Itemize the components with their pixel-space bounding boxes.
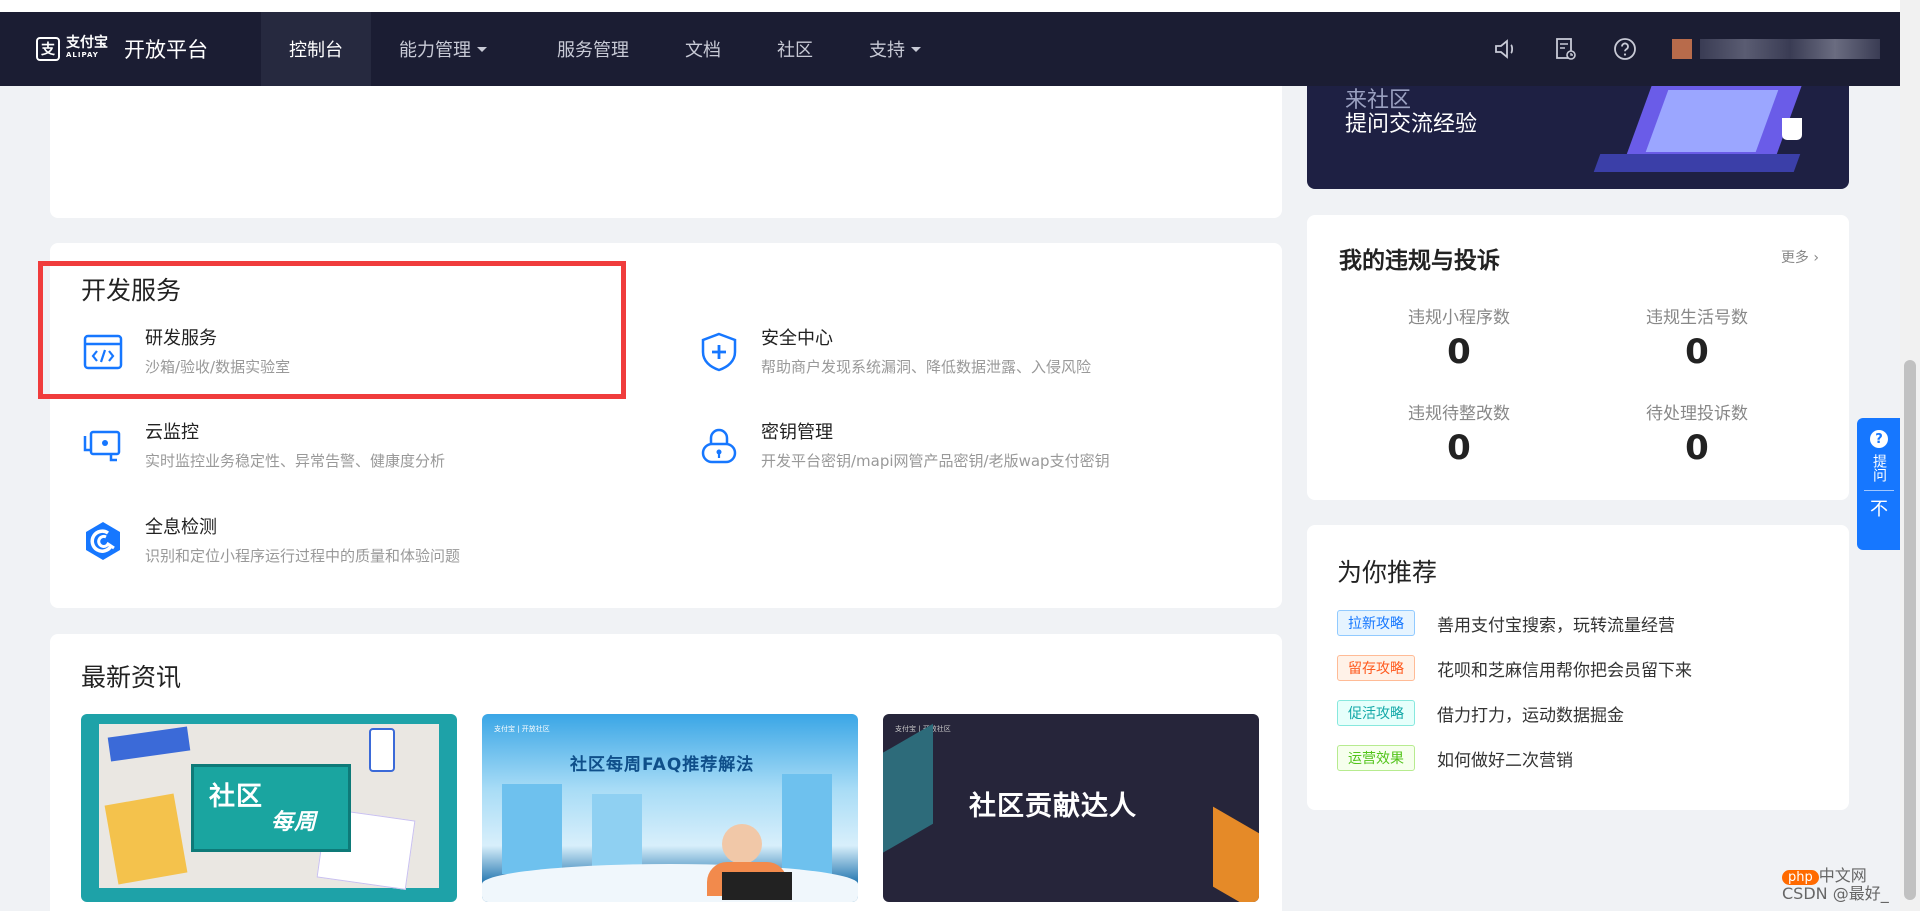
tag-badge: 拉新攻略 <box>1337 610 1415 636</box>
question-icon: ? <box>1870 430 1888 448</box>
recommend-item[interactable]: 留存攻略 花呗和芝麻信用帮你把会员留下来 <box>1337 655 1692 681</box>
violations-title: 我的违规与投诉 <box>1339 248 1500 274</box>
recommend-item[interactable]: 促活攻略 借力打力，运动数据掘金 <box>1337 700 1624 726</box>
nav-item-docs[interactable]: 文档 <box>657 12 749 86</box>
recommend-title: 为你推荐 <box>1337 558 1438 587</box>
nav-item-capability[interactable]: 能力管理 <box>371 12 515 86</box>
caret-down-icon <box>911 46 921 52</box>
stat-violation-lifeaccount[interactable]: 违规生活号数 0 <box>1577 303 1817 372</box>
nav-item-support[interactable]: 支持 <box>841 12 949 86</box>
scrollbar[interactable] <box>1900 0 1920 911</box>
banner-text: 提问交流经验 <box>1345 112 1478 137</box>
tag-badge: 促活攻略 <box>1337 700 1415 726</box>
community-banner[interactable]: 来社区 提问交流经验 <box>1307 86 1849 189</box>
recommend-card: 为你推荐 拉新攻略 善用支付宝搜索，玩转流量经营 留存攻略 花呗和芝麻信用帮你把… <box>1307 525 1849 810</box>
recommend-item[interactable]: 运营效果 如何做好二次营销 <box>1337 745 1573 771</box>
service-name: 云监控 <box>145 422 199 443</box>
overview-card <box>50 86 1282 218</box>
help-icon[interactable] <box>1612 36 1638 62</box>
lock-icon <box>701 428 737 464</box>
stat-violation-miniapp[interactable]: 违规小程序数 0 <box>1339 303 1579 372</box>
platform-title: 开放平台 <box>124 38 208 62</box>
top-nav: 支 支付宝 ALIPAY 开放平台 控制台 能力管理 服务管理 文档 社区 支持 <box>0 12 1900 86</box>
recommend-item[interactable]: 拉新攻略 善用支付宝搜索，玩转流量经营 <box>1337 610 1675 636</box>
chevron-right-icon: › <box>1813 250 1819 266</box>
service-desc: 实时监控业务稳定性、异常告警、健康度分析 <box>145 452 446 470</box>
news-card-text: 社区贡献达人 <box>969 791 1137 822</box>
service-cloud-monitor[interactable]: 云监控 实时监控业务稳定性、异常告警、健康度分析 <box>81 420 445 474</box>
service-desc: 开发平台密钥/mapi网管产品密钥/老版wap支付密钥 <box>761 452 1110 470</box>
task-list-icon[interactable] <box>1552 36 1578 62</box>
tag-badge: 运营效果 <box>1337 745 1415 771</box>
service-holo-detect[interactable]: 全息检测 识别和定位小程序运行过程中的质量和体验问题 <box>81 515 460 569</box>
service-key-management[interactable]: 密钥管理 开发平台密钥/mapi网管产品密钥/老版wap支付密钥 <box>697 420 1110 474</box>
highlight-box <box>38 261 626 399</box>
alipay-logo[interactable]: 支 支付宝 ALIPAY 开放平台 <box>36 34 261 64</box>
stat-pending-fix[interactable]: 违规待整改数 0 <box>1339 399 1579 468</box>
ask-question-button[interactable]: 提问 <box>1870 454 1888 482</box>
news-card-text: 社区 <box>209 782 264 812</box>
scroll-thumb[interactable] <box>1904 360 1916 900</box>
service-name: 安全中心 <box>761 328 833 349</box>
news-title: 最新资讯 <box>81 663 182 692</box>
shield-plus-icon <box>701 332 737 372</box>
holo-detect-icon <box>86 522 120 560</box>
avatar <box>1672 39 1692 59</box>
browser-top-strip <box>0 0 1920 12</box>
user-menu[interactable] <box>1672 39 1880 59</box>
news-card-weekly[interactable]: 社区 每周 <box>81 714 457 902</box>
speaker-icon[interactable] <box>1492 36 1518 62</box>
service-name: 密钥管理 <box>761 422 833 443</box>
caret-down-icon <box>477 46 487 52</box>
more-link[interactable]: 更多 › <box>1781 247 1819 267</box>
news-card-text: 每周 <box>271 810 318 835</box>
nav-item-console[interactable]: 控制台 <box>261 12 371 86</box>
violations-card: 我的违规与投诉 更多 › 违规小程序数 0 违规生活号数 0 违规待整改数 0 … <box>1307 215 1849 500</box>
back-to-top-button[interactable]: 不 <box>1870 495 1888 521</box>
monitor-camera-icon <box>83 430 121 462</box>
csdn-watermark: CSDN @最好_ <box>1782 884 1889 903</box>
stat-pending-complaints[interactable]: 待处理投诉数 0 <box>1577 399 1817 468</box>
news-card-faq[interactable]: 支付宝 | 开放社区 社区每周FAQ推荐解法 <box>482 714 858 902</box>
alipay-icon: 支 <box>36 37 60 61</box>
service-name: 全息检测 <box>145 517 217 538</box>
nav-item-service[interactable]: 服务管理 <box>529 12 657 86</box>
news-card-text: 社区每周FAQ推荐解法 <box>570 755 755 775</box>
service-security[interactable]: 安全中心 帮助商户发现系统漏洞、降低数据泄露、入侵风险 <box>697 326 1091 380</box>
news-card-contributor[interactable]: 支付宝 | 开放社区 社区贡献达人 <box>883 714 1259 902</box>
nav-item-community[interactable]: 社区 <box>749 12 841 86</box>
float-help-widget[interactable]: ? 提问 不 <box>1857 418 1901 550</box>
tag-badge: 留存攻略 <box>1337 655 1415 681</box>
service-desc: 帮助商户发现系统漏洞、降低数据泄露、入侵风险 <box>761 358 1092 376</box>
service-desc: 识别和定位小程序运行过程中的质量和体验问题 <box>145 547 461 565</box>
username-blurred <box>1700 39 1880 59</box>
